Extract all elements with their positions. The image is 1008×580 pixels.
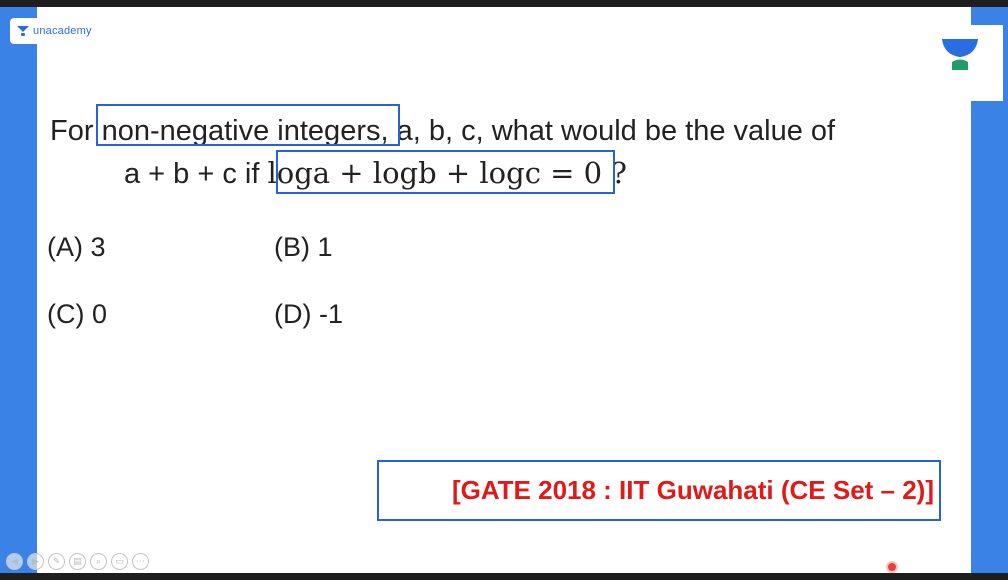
prev-icon[interactable]: ◀: [6, 553, 23, 570]
slide-canvas: unacademy For non-negative integers, a, …: [0, 7, 1008, 573]
laser-pointer-dot: [888, 563, 896, 571]
question-suffix: , a, b, c, what would be the value of: [380, 115, 836, 147]
next-icon[interactable]: ▶: [27, 553, 44, 570]
player-controls: ◀ ▶ ✎ ▤ ⌕ ▭ ⋯: [6, 553, 149, 570]
option-b: (B) 1: [274, 232, 333, 262]
unacademy-logo-icon: [942, 39, 978, 70]
source-label: [GATE 2018 : IIT Guwahati (CE Set – 2)]: [451, 475, 934, 505]
slides-icon[interactable]: ▭: [111, 553, 128, 570]
brand-name: unacademy: [33, 25, 92, 37]
highlight-box-equation: [276, 150, 615, 194]
question-line2-text: a + b + c if: [124, 158, 268, 190]
question-prefix: For: [50, 115, 102, 147]
print-icon[interactable]: ▤: [69, 553, 86, 570]
pen-icon[interactable]: ✎: [48, 553, 65, 570]
left-accent-band: [0, 7, 37, 573]
option-d: (D) -1: [274, 299, 343, 329]
option-a: (A) 3: [47, 232, 106, 262]
bottom-bar: [0, 573, 1008, 580]
highlight-box-integers: [96, 104, 400, 146]
top-bar: [0, 0, 1008, 7]
more-icon[interactable]: ⋯: [132, 553, 149, 570]
zoom-icon[interactable]: ⌕: [90, 553, 107, 570]
brand-watermark: unacademy: [10, 18, 94, 44]
unacademy-logo-icon: [17, 26, 29, 36]
source-box: [GATE 2018 : IIT Guwahati (CE Set – 2)]: [377, 460, 941, 521]
option-c: (C) 0: [47, 299, 107, 329]
